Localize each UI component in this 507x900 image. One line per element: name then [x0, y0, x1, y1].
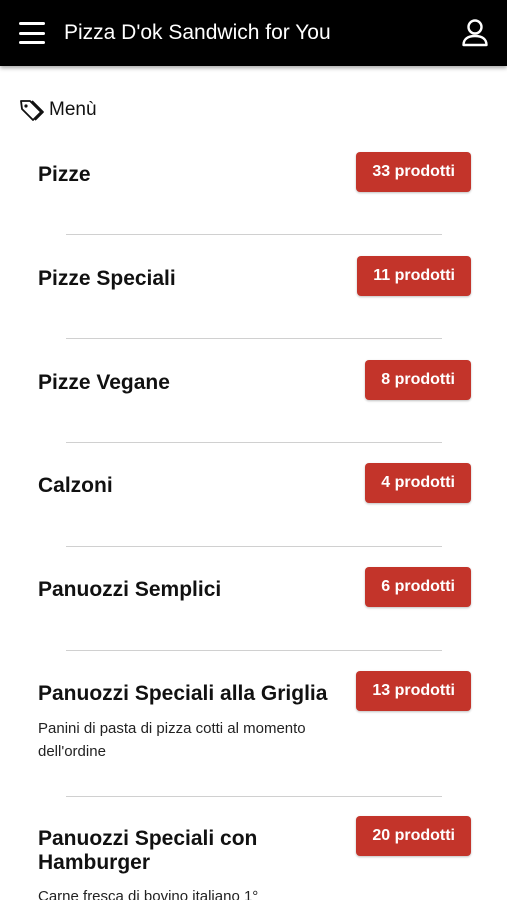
category-name: Calzoni [38, 474, 113, 497]
menu-content: Menù Pizze 33 prodotti Pizze Speciali 11… [0, 66, 507, 900]
divider [66, 650, 442, 651]
product-count-badge: 33 prodotti [356, 152, 471, 192]
divider [66, 796, 442, 797]
divider [66, 442, 442, 443]
category-description: Panini di pasta di pizza cotti al moment… [38, 720, 306, 760]
category-description: Carne fresca di bovino italiano 1° [38, 888, 259, 900]
category-name: Panuozzi Semplici [38, 578, 222, 601]
section-header: Menù [19, 98, 97, 122]
product-count-badge: 11 prodotti [357, 256, 471, 296]
app-header: Pizza D'ok Sandwich for You [0, 0, 507, 66]
product-count-badge: 4 prodotti [365, 463, 471, 503]
app-title: Pizza D'ok Sandwich for You [64, 21, 331, 44]
divider [66, 338, 442, 339]
category-name: Panuozzi Speciali alla Griglia [38, 682, 328, 705]
product-count-badge: 13 prodotti [356, 671, 471, 711]
category-name: Pizze Speciali [38, 267, 176, 290]
divider [66, 546, 442, 547]
category-name: Pizze Vegane [38, 371, 170, 394]
tag-icon [20, 100, 44, 121]
divider [66, 234, 442, 235]
product-count-badge: 6 prodotti [365, 567, 471, 607]
product-count-badge: 20 prodotti [356, 816, 471, 856]
user-icon[interactable] [460, 18, 490, 48]
category-name: Panuozzi Speciali con Hamburger [38, 827, 258, 874]
section-title: Menù [49, 99, 97, 120]
product-count-badge: 8 prodotti [365, 360, 471, 400]
hamburger-menu-icon[interactable] [19, 22, 45, 44]
category-name: Pizze [38, 163, 91, 186]
